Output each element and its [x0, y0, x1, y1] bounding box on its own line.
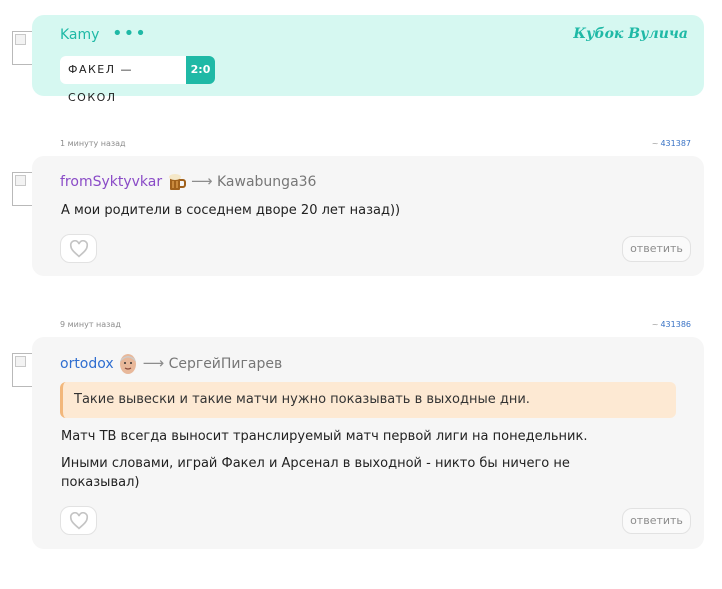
face-avatar-icon — [120, 354, 137, 374]
match-score[interactable]: 2:0 — [186, 56, 215, 84]
like-button[interactable] — [60, 506, 97, 535]
author-link[interactable]: fromSyktyvkar — [60, 174, 162, 190]
comment-text-line: Матч ТВ всегда выносит транслируемый мат… — [61, 429, 588, 444]
comment-id-link[interactable]: ~431387 — [652, 139, 691, 148]
reply-button[interactable]: ответить — [622, 508, 691, 534]
comment-id: 431386 — [660, 320, 691, 329]
heart-icon — [69, 239, 88, 257]
comment-text-line: показывал) — [61, 475, 140, 490]
beer-mug-icon — [168, 173, 186, 190]
username-link[interactable]: Kamy — [60, 27, 99, 43]
comment-text-line: Иными словами, играй Факел и Арсенал в в… — [61, 456, 570, 471]
comment-id-link[interactable]: ~431386 — [652, 320, 691, 329]
comment-time: 1 минуту назад — [60, 139, 126, 148]
comment-time: 9 минут назад — [60, 320, 121, 329]
heart-icon — [69, 511, 88, 529]
reply-arrow-icon: ⟶ — [142, 354, 165, 372]
match-label[interactable]: ФАКЕЛ — СОКОЛ — [60, 56, 186, 104]
like-button[interactable] — [60, 234, 97, 263]
reply-to-link[interactable]: СергейПигарев — [169, 356, 283, 372]
comment-text: А мои родители в соседнем дворе 20 лет н… — [61, 203, 401, 218]
author-link[interactable]: ortodox — [60, 356, 114, 372]
reply-button[interactable]: ответить — [622, 236, 691, 262]
reply-to-link[interactable]: Kawabunga36 — [217, 174, 316, 190]
comment-header: fromSyktyvkar ⟶ Kawabunga36 — [60, 172, 316, 192]
reply-arrow-icon: ⟶ — [191, 172, 213, 190]
quote-block: Такие вывески и такие матчи нужно показы… — [60, 382, 676, 418]
cup-title: Кубок Вулича — [573, 26, 688, 42]
comment-header: ortodox ⟶ СергейПигарев — [60, 353, 282, 375]
dots-icon[interactable]: ••• — [112, 25, 147, 43]
comment-id: 431387 — [660, 139, 691, 148]
